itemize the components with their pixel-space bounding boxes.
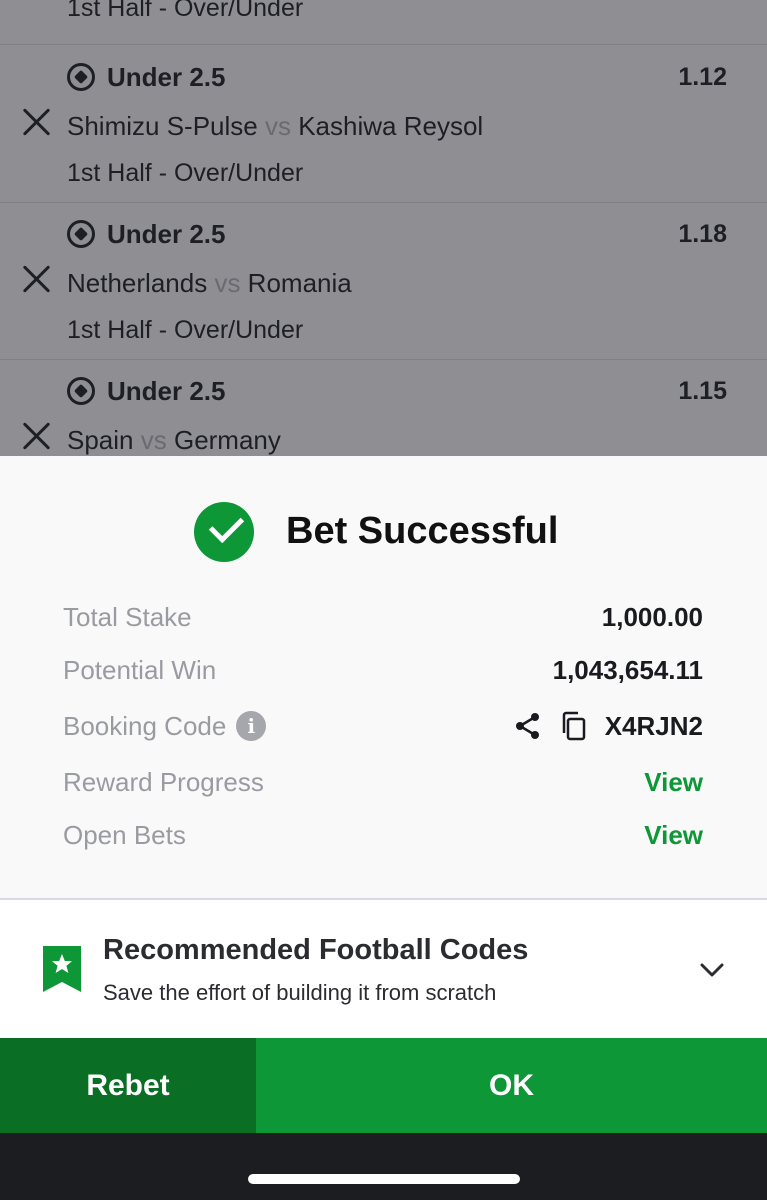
- market-label: 1st Half - Over/Under: [67, 316, 304, 344]
- reward-progress-row: Reward Progress View: [63, 765, 703, 799]
- bet-item: Under 2.5 1.18 Netherlands vs Romania 1s…: [0, 202, 767, 359]
- match-teams: Netherlands vs Romania: [67, 268, 352, 298]
- share-icon[interactable]: [513, 711, 543, 741]
- football-icon: [67, 63, 95, 91]
- reward-progress-label: Reward Progress: [63, 766, 264, 797]
- pick-label: Under 2.5: [107, 61, 226, 92]
- home-indicator[interactable]: [248, 1174, 520, 1184]
- open-bets-row: Open Bets View: [63, 818, 703, 852]
- match-teams: Shimizu S-Pulse vs Kashiwa Reysol: [67, 111, 484, 141]
- bookmark-star-icon: [43, 946, 81, 992]
- football-icon: [67, 220, 95, 248]
- ok-button[interactable]: OK: [256, 1038, 767, 1133]
- chevron-down-icon[interactable]: [700, 958, 724, 982]
- football-icon: [67, 377, 95, 405]
- success-title: Bet Successful: [286, 510, 559, 552]
- recommended-codes-panel[interactable]: Recommended Football Codes Save the effo…: [0, 900, 767, 1038]
- remove-bet-icon[interactable]: [22, 264, 52, 294]
- bet-success-modal: Bet Successful Total Stake 1,000.00 Pote…: [0, 456, 767, 1038]
- potential-win-value: 1,043,654.11: [552, 654, 703, 685]
- remove-bet-icon[interactable]: [22, 421, 52, 451]
- match-teams: Spain vs Germany: [67, 425, 281, 455]
- potential-win-row: Potential Win 1,043,654.11: [63, 653, 703, 687]
- copy-icon[interactable]: [559, 711, 589, 741]
- potential-win-label: Potential Win: [63, 654, 217, 685]
- top-market-label: 1st Half - Over/Under: [67, 0, 304, 22]
- remove-bet-icon[interactable]: [22, 107, 52, 137]
- info-icon[interactable]: i: [236, 711, 267, 741]
- odds-value: 1.12: [678, 63, 727, 91]
- check-circle-icon: [194, 502, 254, 562]
- rebet-button[interactable]: Rebet: [0, 1038, 256, 1133]
- open-bets-label: Open Bets: [63, 819, 186, 850]
- bet-item: Under 2.5 1.12 Shimizu S-Pulse vs Kashiw…: [0, 45, 767, 202]
- total-stake-value: 1,000.00: [601, 601, 703, 632]
- recommended-codes-title: Recommended Football Codes: [103, 934, 529, 966]
- total-stake-row: Total Stake 1,000.00: [63, 600, 703, 634]
- odds-value: 1.15: [678, 377, 727, 405]
- betslip-background: 1st Half - Over/Under Under 2.5 1.12 Shi…: [0, 0, 767, 456]
- odds-value: 1.18: [678, 220, 727, 248]
- reward-progress-view-link[interactable]: View: [644, 767, 703, 798]
- total-stake-label: Total Stake: [63, 601, 192, 632]
- booking-code-label: Booking Code: [63, 710, 227, 741]
- recommended-codes-subtitle: Save the effort of building it from scra…: [103, 980, 497, 1005]
- open-bets-view-link[interactable]: View: [644, 820, 703, 851]
- booking-code-value[interactable]: X4RJN2: [605, 711, 703, 742]
- pick-label: Under 2.5: [107, 218, 226, 249]
- booking-code-row: Booking Code i X4RJN2: [63, 709, 703, 743]
- market-label: 1st Half - Over/Under: [67, 159, 304, 187]
- pick-label: Under 2.5: [107, 375, 226, 406]
- bet-item: Under 2.5 1.15 Spain vs Germany: [0, 359, 767, 456]
- success-header: Bet Successful: [0, 502, 767, 562]
